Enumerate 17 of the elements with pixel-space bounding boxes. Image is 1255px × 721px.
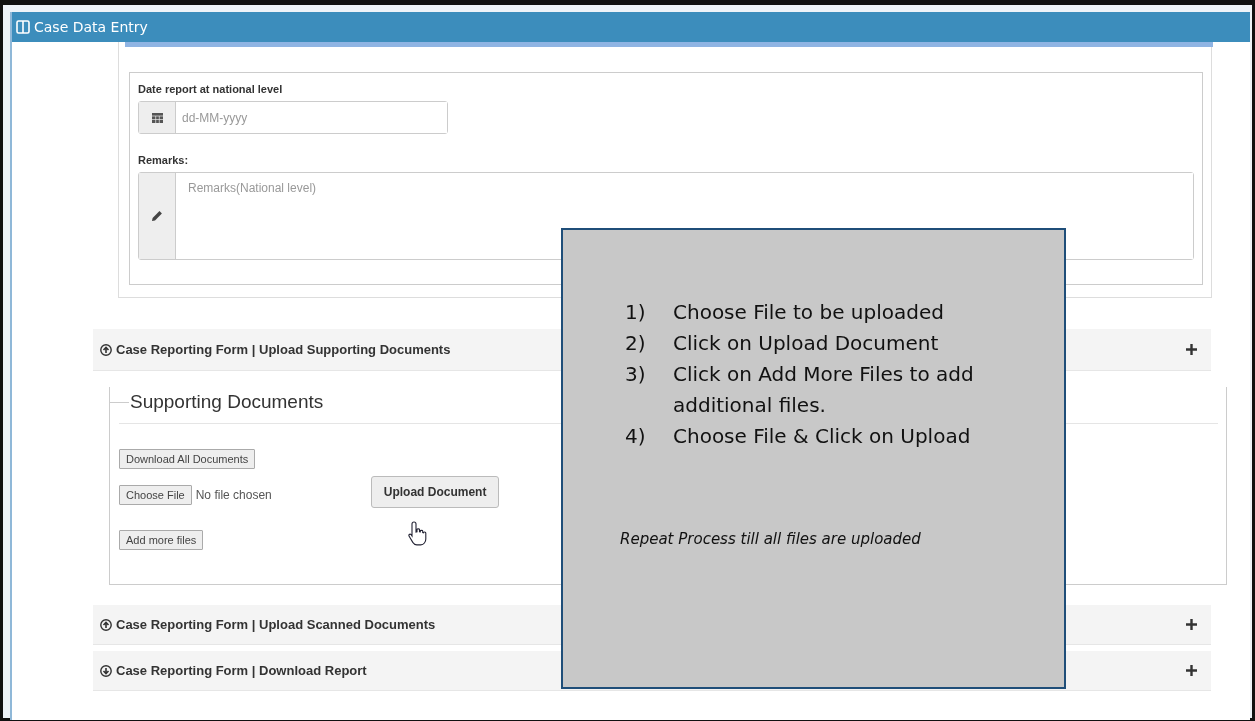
- callout-note: Repeat Process till all files are uploaded: [620, 530, 922, 548]
- step-text: Click on Add More Files to add additional files.: [673, 361, 975, 419]
- step-number: 4): [625, 423, 647, 450]
- file-status-text: No file chosen: [195, 488, 272, 502]
- remarks-label: Remarks:: [138, 154, 190, 166]
- section-title: Case Reporting Form | Upload Supporting Documents: [116, 342, 451, 357]
- date-label: Date report at national level: [138, 83, 284, 95]
- step-number: 3): [625, 361, 647, 388]
- window-title: Case Data Entry: [34, 19, 148, 35]
- step-number: 1): [625, 299, 647, 326]
- step-text: Click on Upload Document: [673, 330, 939, 357]
- section-title: Case Reporting Form | Upload Scanned Documents: [116, 617, 436, 632]
- section-title: Case Reporting Form | Download Report: [116, 663, 367, 678]
- step-text: Choose File & Click on Upload: [673, 423, 971, 450]
- step-text: Choose File to be uploaded: [673, 299, 944, 326]
- panel-legend: Supporting Documents: [129, 391, 330, 413]
- step-number: 2): [625, 330, 647, 357]
